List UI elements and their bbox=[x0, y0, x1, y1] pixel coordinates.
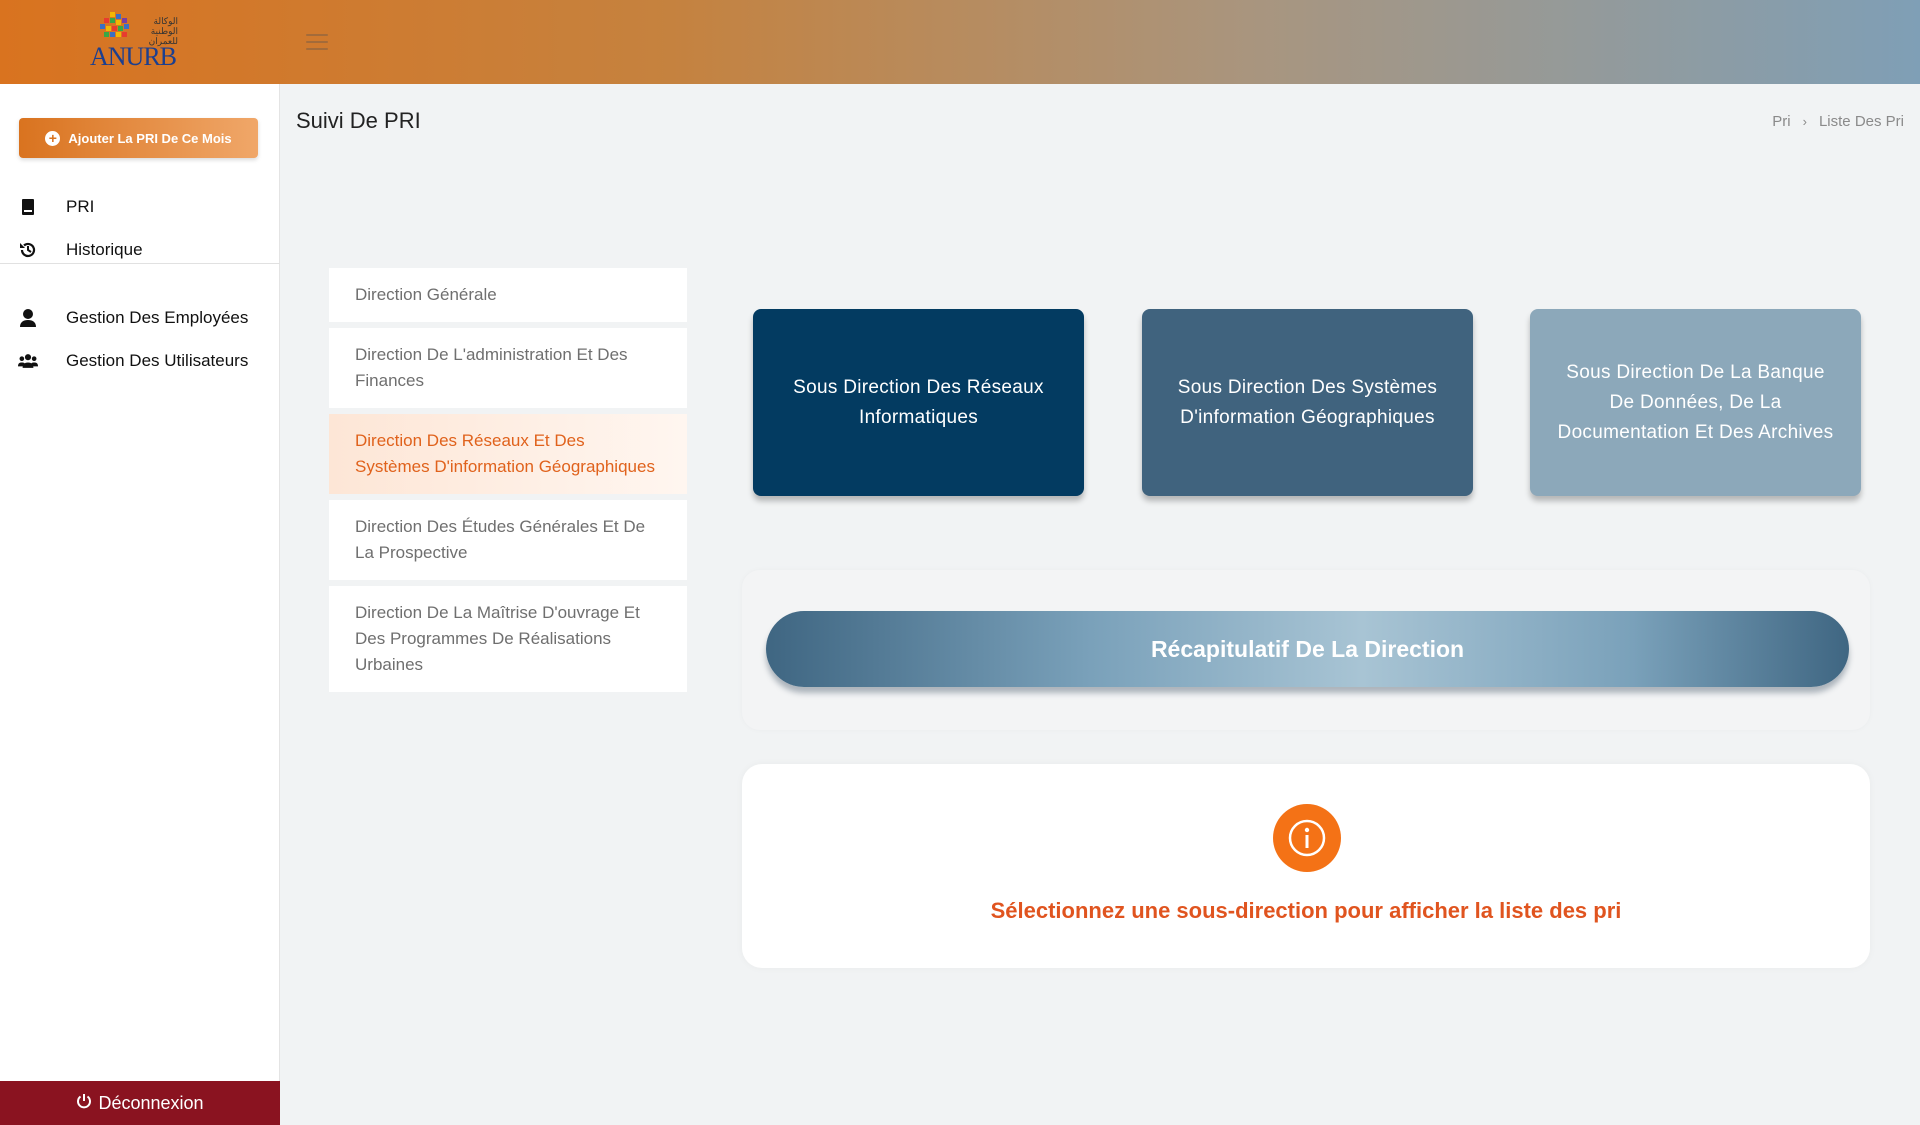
hamburger-icon[interactable] bbox=[306, 34, 328, 50]
add-pri-label: Ajouter La PRI De Ce Mois bbox=[68, 130, 232, 146]
users-icon bbox=[18, 351, 38, 371]
sidebar-item-employees[interactable]: Gestion Des Employées bbox=[0, 298, 280, 338]
logo-text: ANURB bbox=[90, 42, 177, 71]
info-card: Sélectionnez une sous-direction pour aff… bbox=[742, 764, 1870, 968]
sidebar-divider bbox=[0, 263, 280, 264]
logo-blocks-icon bbox=[100, 12, 129, 37]
sub-direction-card[interactable]: Sous Direction Des Systèmes D'informatio… bbox=[1142, 309, 1473, 496]
sidebar-item-label: Historique bbox=[66, 240, 143, 259]
book-icon bbox=[18, 197, 38, 217]
sub-direction-card[interactable]: Sous Direction Des Réseaux Informatiques bbox=[753, 309, 1084, 496]
logout-button[interactable]: Déconnexion bbox=[0, 1081, 280, 1125]
page-title: Suivi De PRI bbox=[296, 108, 421, 133]
direction-item[interactable]: Direction De L'administration Et Des Fin… bbox=[329, 328, 687, 408]
direction-item[interactable]: Direction De La Maîtrise D'ouvrage Et De… bbox=[329, 586, 687, 692]
sidebar-item-label: Gestion Des Utilisateurs bbox=[66, 351, 249, 370]
sidebar-item-users[interactable]: Gestion Des Utilisateurs bbox=[0, 341, 280, 381]
sidebar-item-label: Gestion Des Employées bbox=[66, 308, 249, 327]
breadcrumb-item-pri[interactable]: Pri bbox=[1772, 113, 1790, 130]
recap-direction-button[interactable]: Récapitulatif De La Direction bbox=[766, 611, 1849, 687]
breadcrumb: Pri › Liste Des Pri bbox=[1772, 113, 1904, 130]
sidebar-item-historique[interactable]: Historique bbox=[0, 230, 280, 270]
add-pri-button[interactable]: + Ajouter La PRI De Ce Mois bbox=[19, 118, 258, 158]
sidebar-item-label: PRI bbox=[66, 197, 95, 216]
direction-item[interactable]: Direction Générale bbox=[329, 268, 687, 322]
direction-item[interactable]: Direction Des Études Générales Et De La … bbox=[329, 500, 687, 580]
direction-item-active[interactable]: Direction Des Réseaux Et Des Systèmes D'… bbox=[329, 414, 687, 494]
info-icon bbox=[1273, 804, 1341, 872]
sidebar: + Ajouter La PRI De Ce Mois PRI Historiq… bbox=[0, 84, 280, 1125]
info-message: Sélectionnez une sous-direction pour aff… bbox=[990, 898, 1622, 923]
history-icon bbox=[18, 240, 38, 260]
top-header: الوكالة الوطنية للعمران ANURB bbox=[0, 0, 1920, 84]
breadcrumb-item-current: Liste Des Pri bbox=[1818, 113, 1904, 130]
logout-label: Déconnexion bbox=[98, 1092, 204, 1113]
power-icon bbox=[76, 1093, 92, 1114]
direction-list: Direction Générale Direction De L'admini… bbox=[329, 268, 687, 698]
anurb-logo[interactable]: الوكالة الوطنية للعمران ANURB bbox=[86, 8, 178, 76]
sub-direction-card[interactable]: Sous Direction De La Banque De Données, … bbox=[1530, 309, 1861, 496]
sidebar-item-pri[interactable]: PRI bbox=[0, 187, 280, 227]
chevron-right-icon: › bbox=[1802, 114, 1807, 129]
user-icon bbox=[18, 308, 38, 328]
plus-circle-icon: + bbox=[45, 130, 61, 146]
recap-panel: Récapitulatif De La Direction bbox=[742, 570, 1870, 730]
